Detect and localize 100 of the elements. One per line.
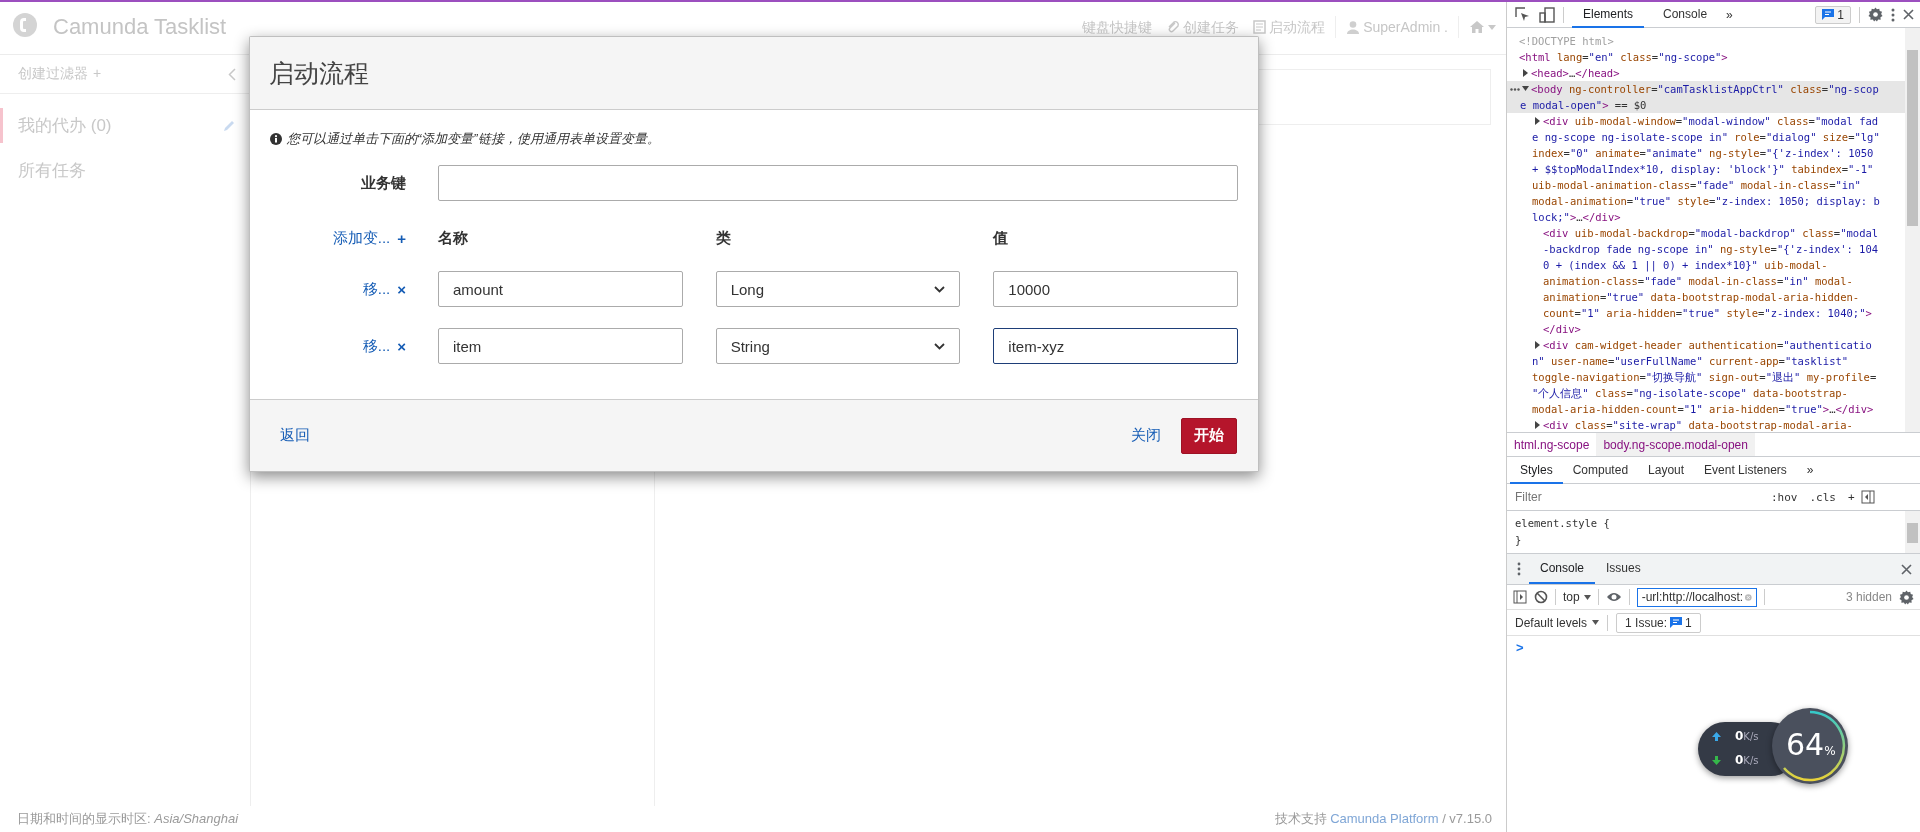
eye-icon[interactable] (1605, 592, 1622, 602)
code-line[interactable]: n" user-name="userFullName" current-app="tasklist" (1507, 353, 1905, 369)
code-line[interactable]: 0 + (index && 1 || 0) + index*10}" uib-modal- (1507, 257, 1905, 273)
panel-tab[interactable]: Elements (1572, 2, 1645, 28)
credits-text: 技术支持 Camunda Platform / v7.15.0 (1274, 810, 1492, 828)
panel-tab[interactable]: Console (1652, 2, 1719, 28)
speed-unit: K/s (1743, 755, 1759, 766)
context-select[interactable]: top (1563, 590, 1591, 604)
hover-state-button[interactable]: :hov (1765, 490, 1804, 504)
speed-value: 0 (1735, 753, 1744, 767)
code-line[interactable]: -backdrop fade ng-scope in" ng-style="{'z-index': 104 (1507, 241, 1905, 257)
app-title: Camunda Tasklist (53, 13, 227, 41)
code-line[interactable]: e ng-scope ng-isolate-scope in" role="dialog" size="lg" (1507, 129, 1905, 145)
chevron-down-icon (934, 342, 946, 350)
style-rule-line: element.style { (1515, 516, 1611, 531)
styles-tab[interactable]: Event Listeners (1694, 457, 1797, 484)
issues-button[interactable]: 1 Issue: 1 (1616, 612, 1701, 633)
add-variable-link[interactable]: 添加变... + (332, 228, 406, 248)
breadcrumb[interactable]: html.ng-scope (1507, 433, 1597, 456)
code-line[interactable]: modal-animation="true" style="z-index: 1050; display: b (1507, 193, 1905, 209)
chevron-down-icon (934, 285, 946, 293)
business-key-field[interactable] (438, 165, 1238, 201)
type-select[interactable]: Long (715, 271, 961, 307)
message-icon (1822, 9, 1835, 20)
type-select[interactable]: String (715, 328, 961, 364)
close-icon[interactable] (1901, 563, 1912, 575)
styles-tab[interactable]: Computed (1562, 457, 1639, 484)
modal-title: 启动流程 (269, 57, 369, 89)
code-line[interactable]: <html lang="en" class="ng-scope"> (1507, 49, 1905, 65)
caret-icon (1583, 594, 1591, 600)
name-field[interactable]: item (438, 328, 683, 364)
timezone-text: 日期和时间的显示时区: Asia/Shanghai (17, 810, 239, 828)
gauge-unit: % (1824, 744, 1836, 758)
code-line[interactable]: toggle-navigation="切换导航" sign-out="退出" my-profile= (1507, 369, 1905, 385)
up-arrow-icon (1712, 731, 1721, 741)
code-line[interactable]: lock;">…</div> (1507, 209, 1905, 225)
close-link[interactable]: 关闭 (1131, 426, 1161, 445)
drawer-tab[interactable]: Console (1529, 554, 1596, 584)
info-text: 您可以通过单击下面的“添加变量”链接，使用通用表单设置变量。 (287, 130, 660, 147)
speed-value: 0 (1735, 729, 1744, 743)
more-options-icon[interactable] (1891, 7, 1895, 22)
settings-icon[interactable] (1899, 589, 1914, 605)
column-header: 名称 (438, 228, 469, 248)
code-line[interactable]: index="0" animate="animate" ng-style="{'z-index': 1050 (1507, 145, 1905, 161)
code-line[interactable]: <div uib-modal-backdrop="modal-backdrop" class="modal (1507, 225, 1905, 241)
logo-icon (13, 13, 37, 37)
more-tabs-button[interactable]: » (1726, 7, 1733, 22)
paperclip-icon (1166, 20, 1181, 34)
code-line[interactable]: modal-aria-hidden-count="1" aria-hidden="true">…</div> (1507, 401, 1905, 417)
speed-unit: K/s (1743, 731, 1759, 742)
code-line[interactable]: animation="true" data-bootstrap-modal-aria-hidden- (1507, 289, 1905, 305)
code-line[interactable]: count="1" aria-hidden="true" style="z-index: 1040;"> (1507, 305, 1905, 321)
field-label: 业务键 (361, 173, 406, 193)
issues-badge[interactable]: 1 (1815, 5, 1851, 24)
code-line[interactable]: </div> (1507, 321, 1905, 337)
code-line[interactable]: <div class="site-wrap" data-bootstrap-modal-aria- (1507, 417, 1905, 432)
console-prompt: > (1515, 639, 1525, 655)
remove-variable-link[interactable]: 移... × (362, 279, 406, 299)
message-icon (1670, 617, 1683, 628)
form-icon (1253, 20, 1267, 34)
gauge-value: 64 (1786, 727, 1825, 762)
down-arrow-icon (1712, 755, 1721, 765)
console-filter-field[interactable]: -url:http://localhost: (1636, 587, 1757, 607)
breadcrumb[interactable]: body.ng-scope.modal-open (1596, 433, 1755, 456)
code-line[interactable]: <head>…</head> (1507, 65, 1905, 81)
back-link[interactable]: 返回 (280, 426, 310, 445)
caret-icon (1488, 24, 1496, 30)
log-levels-select[interactable]: Default levels (1515, 615, 1600, 630)
more-tabs-button[interactable]: » (1796, 457, 1824, 484)
code-line[interactable]: uib-modal-animation-class="fade" modal-in-class="in" (1507, 177, 1905, 193)
clear-console-icon[interactable] (1534, 590, 1548, 604)
hidden-count: 3 hidden (1845, 590, 1892, 604)
settings-icon[interactable] (1868, 7, 1883, 22)
class-toggle-button[interactable]: .cls (1803, 490, 1842, 504)
new-rule-button[interactable]: + (1842, 490, 1861, 504)
close-icon[interactable] (1903, 9, 1914, 20)
expanded-triangle-icon[interactable] (1522, 85, 1531, 93)
user-icon (1346, 20, 1361, 34)
caret-icon (1592, 620, 1600, 625)
code-line[interactable]: "个人信息" class="ng-isolate-scope" data-bootstrap- (1507, 385, 1905, 401)
device-toggle-icon[interactable] (1539, 6, 1555, 23)
sidebar-toggle-icon[interactable] (1513, 590, 1527, 604)
code-line[interactable]: <div uib-modal-window="modal-window" class="modal fad (1507, 113, 1905, 129)
value-field[interactable]: item-xyz (993, 328, 1238, 364)
info-icon (270, 132, 282, 145)
style-rule-line: } (1515, 533, 1523, 548)
home-icon (1469, 20, 1485, 34)
code-line[interactable]: animation-class="fade" modal-in-class="in" modal- (1507, 273, 1905, 289)
ellipsis-icon[interactable] (1510, 88, 1520, 91)
remove-variable-link[interactable]: 移... × (362, 336, 406, 356)
code-line[interactable]: + $$topModalIndex*10, display: 'block'}" tabindex="-1" (1507, 161, 1905, 177)
code-line[interactable]: <div cam-widget-header authentication="authenticatio (1507, 337, 1905, 353)
inspect-icon[interactable] (1515, 6, 1531, 23)
drawer-tab[interactable]: Issues (1595, 554, 1652, 584)
styles-tab[interactable]: Styles (1510, 457, 1563, 484)
styles-tab[interactable]: Layout (1638, 457, 1695, 484)
start-button[interactable]: 开始 (1181, 417, 1237, 454)
name-field[interactable]: amount (438, 271, 683, 307)
value-field[interactable]: 10000 (993, 271, 1238, 307)
sidebar-toggle-icon[interactable] (1860, 490, 1875, 504)
